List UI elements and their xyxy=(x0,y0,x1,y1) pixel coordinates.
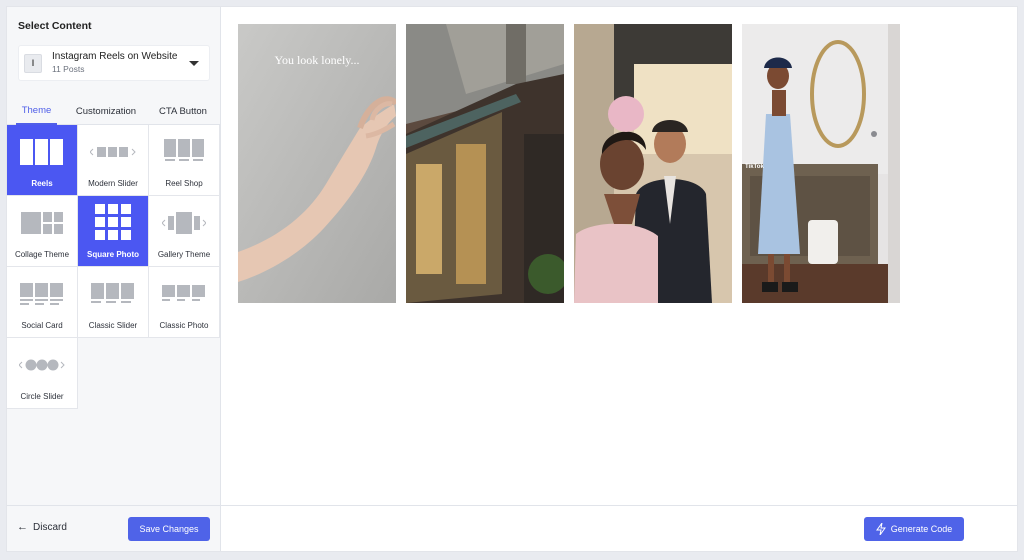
reel-thumbnail-image xyxy=(742,24,900,303)
theme-label: Classic Photo xyxy=(159,321,209,330)
theme-option-social-card[interactable]: Social Card xyxy=(7,267,78,338)
theme-label: Modern Slider xyxy=(88,179,138,188)
preview-area: You look lonely... TikTok Generate Code xyxy=(221,7,1017,551)
theme-label: Social Card xyxy=(21,321,63,330)
settings-tabs: Theme Customization CTA Button xyxy=(7,97,220,125)
arrow-left-icon: ← xyxy=(17,521,28,533)
social-card-icon xyxy=(7,281,77,307)
classic-photo-icon xyxy=(149,281,219,307)
theme-label: Gallery Theme xyxy=(157,250,211,259)
reel-shop-icon xyxy=(149,139,219,165)
reel-thumbnail-image xyxy=(574,24,732,303)
tiktok-watermark: TikTok xyxy=(745,164,764,170)
reels-icon xyxy=(7,139,77,165)
reel-tile[interactable]: You look lonely... xyxy=(238,24,396,303)
generate-code-label: Generate Code xyxy=(890,524,953,534)
reels-preview: You look lonely... TikTok xyxy=(238,24,900,303)
theme-option-reel-shop[interactable]: Reel Shop xyxy=(149,125,220,196)
modern-slider-icon xyxy=(78,139,148,165)
collage-icon xyxy=(7,210,77,236)
square-photo-icon xyxy=(78,204,148,240)
discard-button[interactable]: ← Discard xyxy=(17,521,67,533)
sidebar-footer: ← Discard Save Changes xyxy=(7,505,220,551)
theme-option-modern-slider[interactable]: Modern Slider xyxy=(78,125,149,196)
chevron-down-icon[interactable] xyxy=(189,61,199,66)
source-post-count: 11 Posts xyxy=(52,64,85,74)
theme-label: Classic Slider xyxy=(88,321,138,330)
source-badge: I xyxy=(24,53,42,73)
theme-option-square-photo[interactable]: Square Photo xyxy=(78,196,149,267)
source-name: Instagram Reels on Website xyxy=(52,51,178,62)
reel-caption: You look lonely... xyxy=(274,53,360,67)
theme-label: Reels xyxy=(31,179,53,188)
sidebar-title: Select Content xyxy=(18,20,92,32)
generate-code-button[interactable]: Generate Code xyxy=(864,517,964,541)
app-window: Select Content I Instagram Reels on Webs… xyxy=(6,6,1018,552)
save-changes-button[interactable]: Save Changes xyxy=(128,517,210,541)
discard-label: Discard xyxy=(33,521,67,533)
theme-label: Circle Slider xyxy=(20,392,64,401)
theme-option-gallery[interactable]: Gallery Theme xyxy=(149,196,220,267)
tab-customization[interactable]: Customization xyxy=(67,97,145,125)
content-source-select[interactable]: I Instagram Reels on Website 11 Posts xyxy=(18,45,210,81)
tab-cta-button[interactable]: CTA Button xyxy=(149,97,217,125)
theme-option-circle-slider[interactable]: Circle Slider xyxy=(7,338,78,409)
theme-label: Reel Shop xyxy=(165,179,203,188)
theme-label: Collage Theme xyxy=(14,250,70,259)
theme-option-collage[interactable]: Collage Theme xyxy=(7,196,78,267)
theme-option-classic-photo[interactable]: Classic Photo xyxy=(149,267,220,338)
sidebar: Select Content I Instagram Reels on Webs… xyxy=(7,7,221,551)
main-footer: Generate Code xyxy=(221,505,1017,551)
theme-option-reels[interactable]: Reels xyxy=(7,125,78,196)
tab-theme[interactable]: Theme xyxy=(16,97,57,125)
classic-slider-icon xyxy=(78,281,148,307)
circle-slider-icon xyxy=(7,352,77,378)
lightning-icon xyxy=(875,523,886,535)
reel-tile[interactable] xyxy=(406,24,564,303)
reel-tile[interactable] xyxy=(574,24,732,303)
reel-thumbnail-image xyxy=(406,24,564,303)
gallery-icon xyxy=(149,210,219,236)
theme-label: Square Photo xyxy=(86,250,139,259)
theme-option-classic-slider[interactable]: Classic Slider xyxy=(78,267,149,338)
reel-tile[interactable]: TikTok xyxy=(742,24,900,303)
